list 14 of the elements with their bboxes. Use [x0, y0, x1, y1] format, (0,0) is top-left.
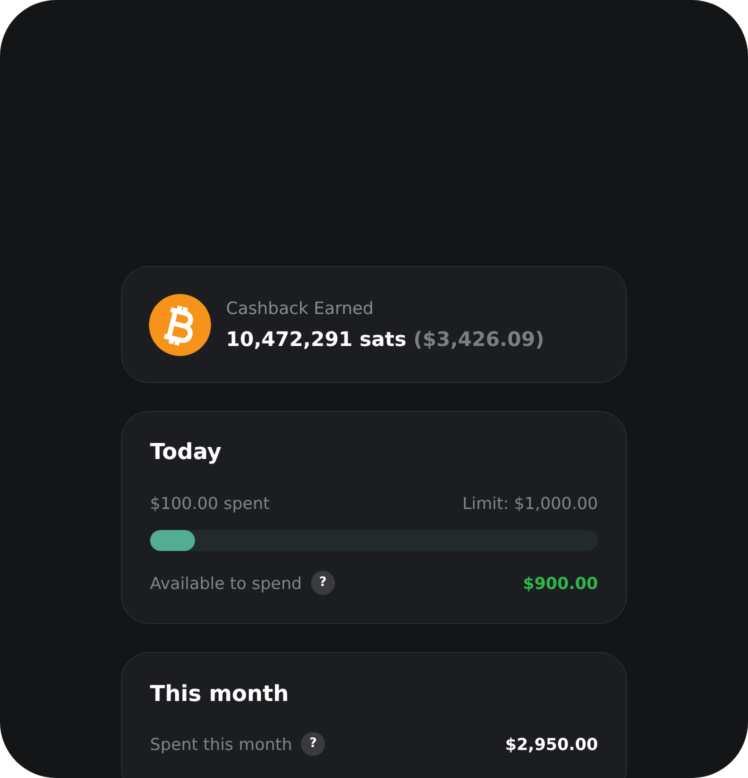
usd-amount: ($3,426.09) — [413, 326, 544, 352]
limit-amount: Limit: $1,000.00 — [462, 494, 598, 512]
spent-amount: $100.00 spent — [150, 494, 270, 512]
spent-month-label: Spent this month — [150, 734, 292, 754]
bitcoin-icon — [149, 294, 211, 356]
cashback-label: Cashback Earned — [226, 298, 375, 320]
card-title: This month — [150, 681, 289, 709]
available-label: Available to spend — [150, 574, 302, 592]
help-button[interactable]: ? — [310, 571, 335, 595]
card-title: Today — [150, 439, 222, 467]
sats-amount: 10,472,291 sats — [226, 326, 406, 352]
help-button[interactable]: ? — [301, 732, 326, 756]
spent-month-amount: $2,950.00 — [505, 734, 598, 754]
available-amount: $900.00 — [522, 574, 598, 592]
